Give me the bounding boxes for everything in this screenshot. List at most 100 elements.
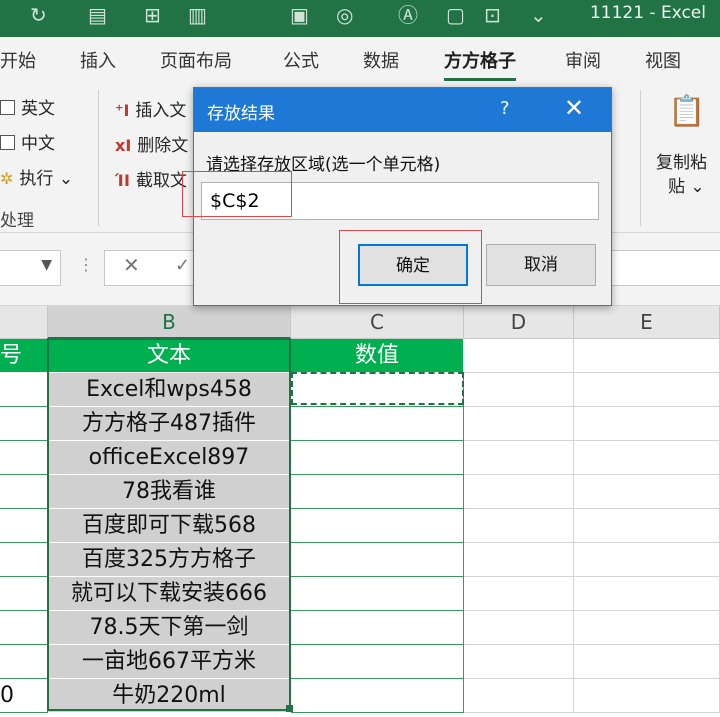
- cancel-icon[interactable]: ✕: [123, 253, 140, 277]
- cell-b[interactable]: 就可以下载安装666: [48, 577, 291, 611]
- table-row: 0 牛奶220ml: [0, 679, 720, 713]
- tab-page-layout[interactable]: 页面布局: [160, 47, 232, 73]
- column-header-d[interactable]: D: [464, 306, 574, 339]
- cell-b[interactable]: 78.5天下第一剑: [48, 611, 291, 645]
- cell-a[interactable]: 0: [0, 679, 48, 713]
- table-icon[interactable]: ⊞: [144, 2, 161, 28]
- redo-icon[interactable]: ↻: [30, 2, 47, 28]
- copy-paste-label-2[interactable]: 贴 ⌄: [668, 172, 705, 197]
- cell-d[interactable]: [464, 339, 574, 373]
- toolbar-icon-1[interactable]: ▤: [88, 2, 107, 28]
- column-header-b[interactable]: B: [48, 306, 291, 339]
- toolbar-icon-4[interactable]: ⊡: [484, 2, 501, 28]
- cell-a[interactable]: [0, 645, 48, 679]
- option-english[interactable]: 英文: [0, 94, 55, 119]
- cell-a[interactable]: [0, 441, 48, 475]
- tab-view[interactable]: 视图: [645, 47, 681, 73]
- cell-d[interactable]: [464, 441, 574, 475]
- cell-c[interactable]: [291, 509, 464, 543]
- checkbox-chinese[interactable]: [0, 135, 15, 150]
- enter-icon[interactable]: ✓: [175, 255, 190, 276]
- tab-data[interactable]: 数据: [363, 47, 399, 73]
- cell-e[interactable]: [574, 679, 720, 713]
- cell-e[interactable]: [574, 543, 720, 577]
- table-row: 方方格子487插件: [0, 407, 720, 441]
- cell-b[interactable]: 一亩地667平方米: [48, 645, 291, 679]
- cell-b[interactable]: 百度325方方格子: [48, 543, 291, 577]
- cell-a[interactable]: [0, 577, 48, 611]
- cell-d[interactable]: [464, 407, 574, 441]
- column-header-c[interactable]: C: [291, 306, 464, 339]
- cell-a[interactable]: [0, 373, 48, 407]
- cell-b[interactable]: 百度即可下载568: [48, 509, 291, 543]
- cell-c[interactable]: [291, 645, 464, 679]
- checkbox-english[interactable]: [0, 100, 15, 115]
- option-chinese[interactable]: 中文: [0, 129, 55, 154]
- cell-d[interactable]: [464, 543, 574, 577]
- cell-c[interactable]: [291, 475, 464, 509]
- cell-e[interactable]: [574, 339, 720, 373]
- cell-a[interactable]: [0, 611, 48, 645]
- cell-c[interactable]: [291, 679, 464, 713]
- cell-c[interactable]: [291, 407, 464, 441]
- cell-c[interactable]: [291, 543, 464, 577]
- copy-marquee: [291, 372, 464, 405]
- cell-a[interactable]: [0, 475, 48, 509]
- cell-e[interactable]: [574, 407, 720, 441]
- cell-d[interactable]: [464, 373, 574, 407]
- dropdown-arrow-icon[interactable]: ▼: [41, 257, 52, 273]
- cell-b[interactable]: 牛奶220ml: [48, 679, 291, 713]
- customize-dropdown-icon[interactable]: ⌄: [530, 2, 547, 28]
- toolbar-icon-3[interactable]: ▢: [446, 2, 465, 28]
- cell-e[interactable]: [574, 645, 720, 679]
- cell-e[interactable]: [574, 509, 720, 543]
- cancel-button[interactable]: 取消: [486, 244, 596, 286]
- cell-e[interactable]: [574, 373, 720, 407]
- tab-insert[interactable]: 插入: [80, 47, 116, 73]
- toolbar-icon-2[interactable]: ▣: [290, 2, 309, 28]
- cell-b[interactable]: 方方格子487插件: [48, 407, 291, 441]
- cell-b[interactable]: 78我看谁: [48, 475, 291, 509]
- table-row: officeExcel897: [0, 441, 720, 475]
- header-cell-text[interactable]: 文本: [48, 339, 291, 373]
- chart-icon[interactable]: ▥: [188, 2, 207, 28]
- insert-text-button[interactable]: ⁺I 插入文: [115, 96, 186, 121]
- cell-c[interactable]: [291, 577, 464, 611]
- close-icon[interactable]: ✕: [564, 94, 584, 122]
- cell-a[interactable]: [0, 509, 48, 543]
- header-cell-value[interactable]: 数值: [291, 339, 464, 373]
- cell-b[interactable]: Excel和wps458: [48, 373, 291, 407]
- delete-text-button[interactable]: ⅹI 删除文: [115, 131, 188, 156]
- cell-c[interactable]: [291, 611, 464, 645]
- cell-a[interactable]: [0, 407, 48, 441]
- cell-e[interactable]: [574, 475, 720, 509]
- textbox-icon[interactable]: Ⓐ: [398, 2, 418, 28]
- cell-d[interactable]: [464, 611, 574, 645]
- clipboard-icon[interactable]: 📋: [668, 94, 705, 129]
- cell-d[interactable]: [464, 475, 574, 509]
- fill-handle[interactable]: [286, 705, 293, 712]
- cell-e[interactable]: [574, 577, 720, 611]
- cell-d[interactable]: [464, 509, 574, 543]
- shape-icon[interactable]: ◎: [336, 2, 353, 28]
- cell-d[interactable]: [464, 645, 574, 679]
- cell-d[interactable]: [464, 679, 574, 713]
- cell-a[interactable]: [0, 543, 48, 577]
- header-cell-a[interactable]: 号: [0, 339, 48, 373]
- cell-e[interactable]: [574, 441, 720, 475]
- cell-d[interactable]: [464, 577, 574, 611]
- cell-c[interactable]: [291, 441, 464, 475]
- extract-text-button[interactable]: ΊI 截取文: [115, 166, 187, 191]
- tab-review[interactable]: 审阅: [565, 47, 601, 73]
- copy-paste-label[interactable]: 复制粘: [656, 148, 707, 173]
- tab-fangfanggezi[interactable]: 方方格子: [444, 47, 516, 81]
- column-header-a[interactable]: [0, 306, 48, 339]
- tab-home[interactable]: 开始: [0, 47, 36, 73]
- cell-e[interactable]: [574, 611, 720, 645]
- tab-formulas[interactable]: 公式: [283, 47, 319, 73]
- cell-b[interactable]: officeExcel897: [48, 441, 291, 475]
- help-icon[interactable]: ?: [500, 98, 510, 119]
- execute-button[interactable]: ✲ 执行 ⌄: [0, 164, 73, 189]
- name-box[interactable]: ▼: [0, 250, 61, 286]
- column-header-e[interactable]: E: [574, 306, 720, 339]
